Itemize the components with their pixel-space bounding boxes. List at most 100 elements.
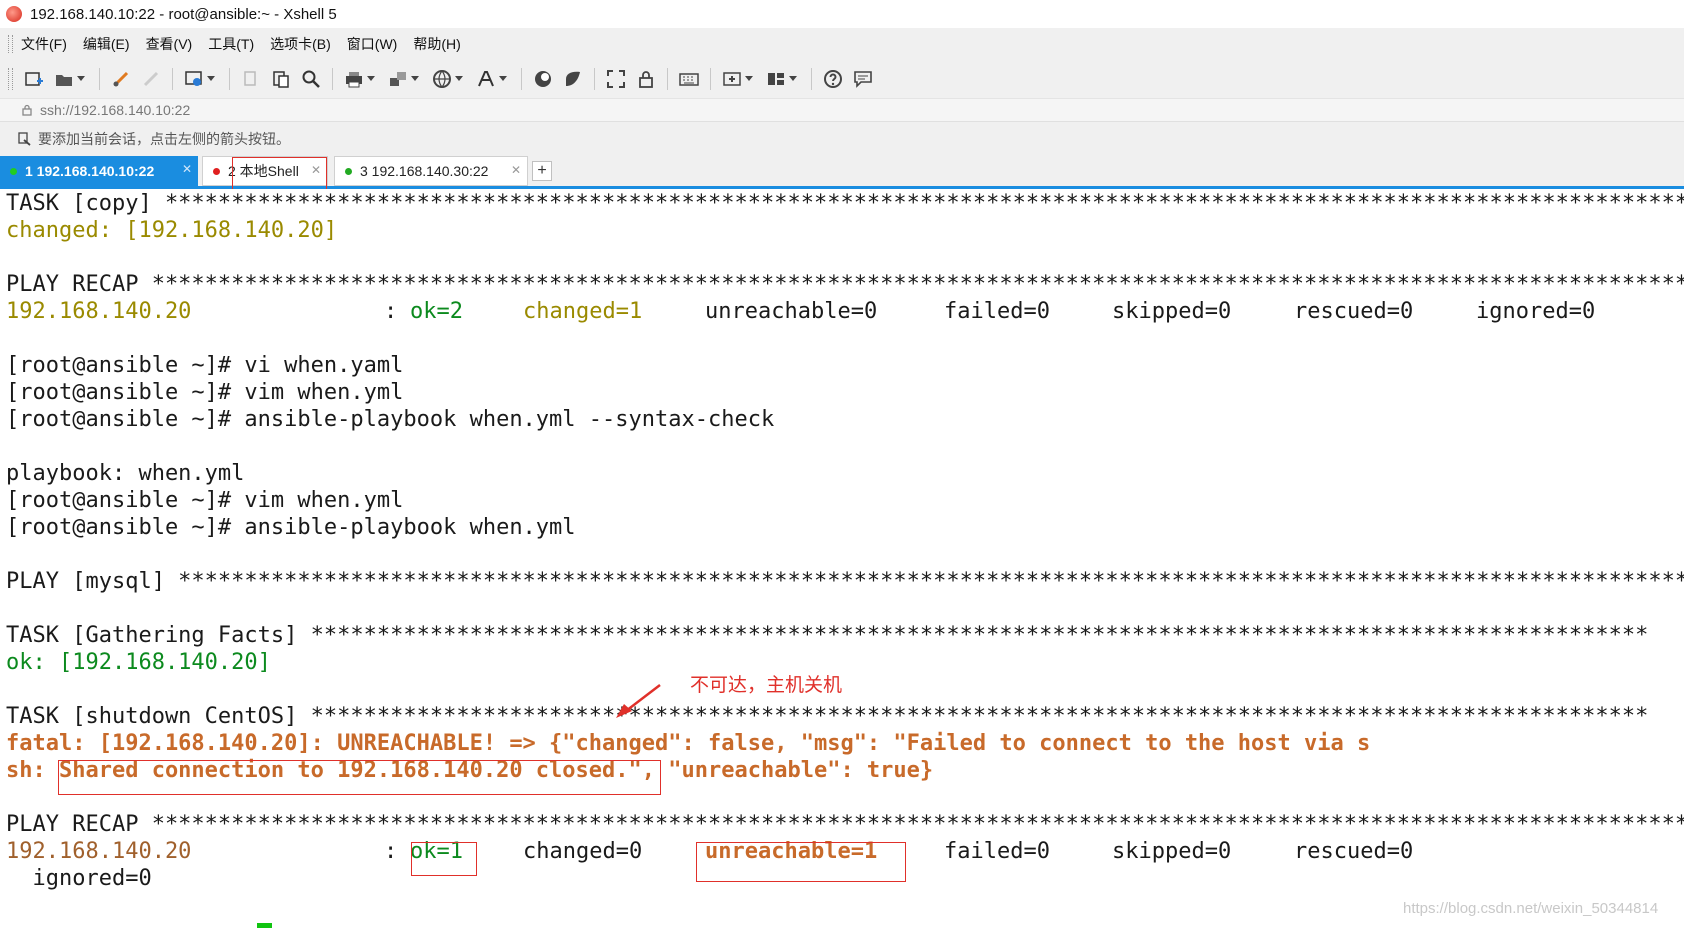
toolbar-separator [594, 68, 595, 90]
watermark: https://blog.csdn.net/weixin_50344814 [1403, 900, 1659, 917]
tab-label: 3 192.168.140.30:22 [360, 163, 489, 179]
highlight-box-unreachable [696, 842, 906, 882]
xmanager-icon[interactable] [562, 68, 584, 90]
chevron-down-icon[interactable] [497, 68, 509, 90]
find-icon[interactable] [300, 68, 322, 90]
fullscreen-icon[interactable] [605, 68, 627, 90]
recap-changed: changed=0 [523, 839, 643, 864]
terminal-line: PLAY RECAP *****************************… [6, 272, 1684, 297]
chevron-down-icon[interactable] [409, 68, 421, 90]
toolbar-separator [332, 68, 333, 90]
highlight-box-ok [411, 842, 477, 876]
terminal-output[interactable]: TASK [copy] ****************************… [0, 189, 1684, 928]
terminal-line: PLAY [mysql] ***************************… [6, 569, 1684, 594]
transfer-icon[interactable] [387, 68, 409, 90]
close-icon[interactable]: ✕ [511, 163, 521, 177]
status-dot [213, 167, 220, 175]
title-bar: 192.168.140.10:22 - root@ansible:~ - Xsh… [0, 0, 1684, 28]
annotation-label: 不可达，主机关机 [690, 675, 843, 696]
recap-changed: changed=1 [523, 299, 643, 324]
terminal-line: [root@ansible ~]# ansible-playbook when.… [6, 515, 576, 540]
toolbar-separator [99, 68, 100, 90]
status-dot [10, 167, 17, 175]
layout-icon[interactable] [765, 68, 787, 90]
tab-label: 1 192.168.140.10:22 [25, 163, 155, 179]
keyboard-icon[interactable] [678, 68, 700, 90]
menu-file[interactable]: 文件(F) [21, 34, 67, 54]
menu-grip [8, 35, 13, 53]
recap-colon: : [384, 299, 398, 324]
recap-host: 192.168.140.20 [6, 839, 192, 864]
new-tab-icon[interactable] [721, 68, 743, 90]
terminal-line: [root@ansible ~]# vim when.yml [6, 380, 404, 405]
hint-text: 要添加当前会话，点击左侧的箭头按钮。 [38, 131, 290, 147]
recap-skipped: skipped=0 [1112, 839, 1232, 864]
address-bar[interactable]: ssh://192.168.140.10:22 [0, 98, 1684, 121]
status-dot [345, 167, 352, 175]
globe-icon[interactable] [431, 68, 453, 90]
chat-icon[interactable] [852, 68, 874, 90]
open-folder-icon[interactable] [53, 68, 75, 90]
close-icon[interactable]: ✕ [182, 162, 192, 176]
chevron-down-icon[interactable] [743, 68, 755, 90]
terminal-line: playbook: when.yml [6, 461, 245, 486]
terminal-line: TASK [Gathering Facts] *****************… [6, 623, 1649, 648]
recap-failed: failed=0 [944, 839, 1050, 864]
add-session-arrow-icon[interactable] [18, 132, 32, 146]
menu-tools[interactable]: 工具(T) [208, 34, 254, 54]
chevron-down-icon[interactable] [365, 68, 377, 90]
recap-failed: failed=0 [944, 299, 1050, 324]
toolbar-grip [8, 68, 13, 90]
menu-window[interactable]: 窗口(W) [347, 34, 398, 54]
xftp-icon[interactable] [532, 68, 554, 90]
terminal-line: TASK [shutdown CentOS] *****************… [6, 704, 1649, 729]
chevron-down-icon[interactable] [787, 68, 799, 90]
menu-tabs[interactable]: 选项卡(B) [270, 34, 331, 54]
add-tab-button[interactable]: + [532, 161, 552, 181]
terminal-line: [root@ansible ~]# vi when.yaml [6, 353, 404, 378]
terminal-cursor [257, 923, 272, 928]
menu-view[interactable]: 查看(V) [146, 34, 193, 54]
recap-ok: ok=2 [410, 299, 463, 324]
terminal-line: ignored=0 [6, 866, 152, 891]
toolbar-separator [172, 68, 173, 90]
disconnect-icon[interactable] [140, 68, 162, 90]
terminal-line: [root@ansible ~]# vim when.yml [6, 488, 404, 513]
terminal-line: TASK [copy] ****************************… [6, 191, 1684, 216]
recap-host: 192.168.140.20 [6, 299, 192, 324]
xshell-app-icon [6, 6, 22, 22]
lock-icon[interactable] [635, 68, 657, 90]
help-icon[interactable] [822, 68, 844, 90]
copy-icon[interactable] [240, 68, 262, 90]
reconnect-icon[interactable] [110, 68, 132, 90]
chevron-down-icon[interactable] [205, 68, 217, 90]
chevron-down-icon[interactable] [453, 68, 465, 90]
toolbar-separator [521, 68, 522, 90]
lock-icon [22, 104, 32, 116]
font-icon[interactable] [475, 68, 497, 90]
session-hint-bar: 要添加当前会话，点击左侧的箭头按钮。 [0, 121, 1684, 156]
window-title: 192.168.140.10:22 - root@ansible:~ - Xsh… [30, 5, 337, 23]
menu-edit[interactable]: 编辑(E) [83, 34, 130, 54]
menu-help[interactable]: 帮助(H) [413, 34, 460, 54]
menu-bar: 文件(F) 编辑(E) 查看(V) 工具(T) 选项卡(B) 窗口(W) 帮助(… [0, 28, 1684, 60]
recap-rescued: rescued=0 [1294, 839, 1414, 864]
terminal-line: changed: [192.168.140.20] [6, 218, 338, 243]
properties-icon[interactable] [183, 68, 205, 90]
toolbar-separator [710, 68, 711, 90]
annotation-arrow [616, 684, 661, 718]
paste-icon[interactable] [270, 68, 292, 90]
highlight-box-shared-connection [58, 760, 661, 795]
tab-session-1[interactable]: 1 192.168.140.10:22 ✕ [0, 156, 198, 186]
recap-ignored: ignored=0 [1476, 299, 1596, 324]
tab-session-3[interactable]: 3 192.168.140.30:22 ✕ [334, 156, 528, 186]
toolbar-separator [811, 68, 812, 90]
toolbar [0, 60, 1684, 98]
chevron-down-icon[interactable] [75, 68, 87, 90]
terminal-line: fatal: [192.168.140.20]: UNREACHABLE! =>… [6, 731, 1371, 756]
terminal-line: [root@ansible ~]# ansible-playbook when.… [6, 407, 775, 432]
print-icon[interactable] [343, 68, 365, 90]
address-value: ssh://192.168.140.10:22 [40, 102, 191, 118]
recap-skipped: skipped=0 [1112, 299, 1232, 324]
new-session-icon[interactable] [23, 68, 45, 90]
